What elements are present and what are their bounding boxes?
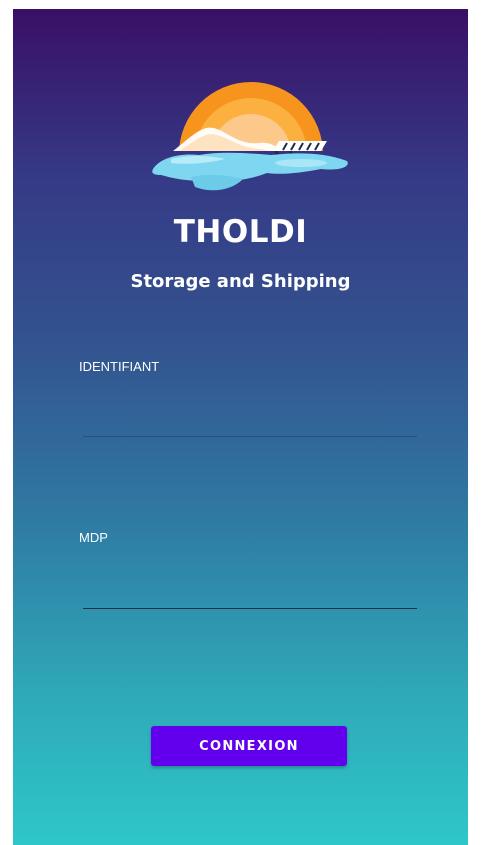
identifiant-label: IDENTIFIANT [79, 359, 160, 374]
mdp-label: MDP [79, 530, 108, 545]
identifiant-input[interactable] [83, 405, 417, 437]
mdp-input[interactable] [83, 577, 417, 609]
connexion-button[interactable]: CONNEXION [151, 726, 347, 766]
sunset-dock-logo-icon [151, 79, 351, 204]
app-title: THOLDI [173, 214, 308, 250]
login-screen: THOLDI Storage and Shipping IDENTIFIANT … [13, 9, 468, 845]
app-subtitle: Storage and Shipping [130, 271, 351, 292]
